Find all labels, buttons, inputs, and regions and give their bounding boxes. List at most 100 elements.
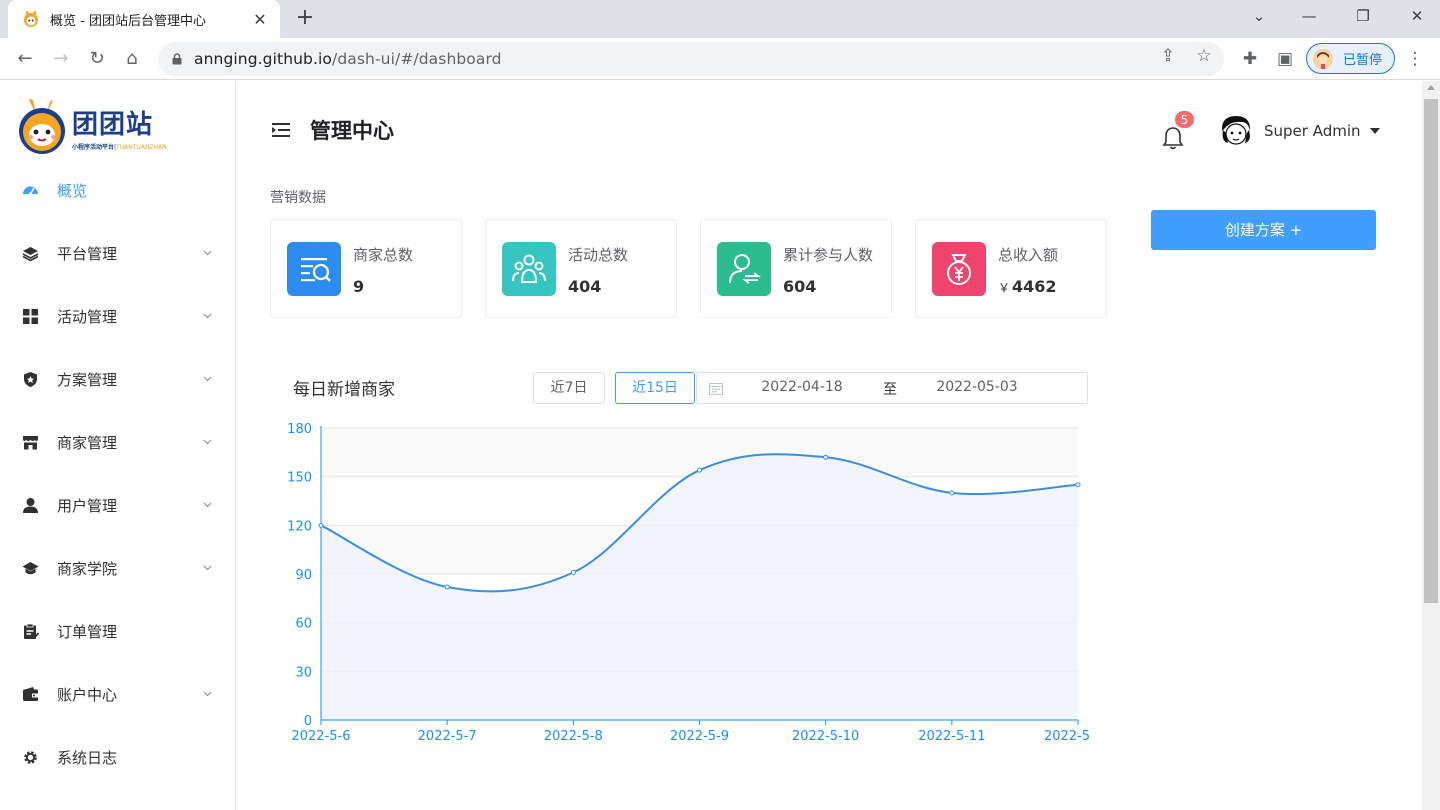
stat-value: 9 (353, 277, 365, 296)
browser-tab-bar: 概览 - 团团站后台管理中心 ✕ + ⌄ — ❐ ✕ (0, 0, 1440, 38)
group-icon (502, 242, 556, 296)
sidebar-item-7[interactable]: 商家学院 (0, 537, 236, 600)
x-tick-label: 2022-5-7 (418, 729, 477, 744)
sidebar-item-label: 订单管理 (57, 623, 118, 641)
create-plan-button[interactable]: 创建方案 + (1151, 210, 1376, 250)
stat-card-4[interactable]: 总收入额 ￥ 4462 (915, 219, 1107, 318)
scrollbar-thumb[interactable] (1424, 99, 1438, 603)
layers-icon (22, 247, 39, 262)
side-panel-icon[interactable]: ▣ (1273, 47, 1297, 71)
new-tab-button[interactable]: + (292, 6, 318, 32)
y-tick-label: 60 (295, 617, 312, 632)
clipboard-icon (24, 623, 39, 639)
sidebar-item-label: 平台管理 (57, 245, 118, 263)
logo[interactable]: 团团站 小程序活动平台|TUANTUANZHAN (16, 97, 176, 157)
sidebar-item-3[interactable]: 活动管理 (0, 285, 236, 348)
chevron-down-icon (203, 250, 212, 256)
profile-avatar (1313, 48, 1333, 69)
date-separator: 至 (883, 382, 897, 398)
profile-label: 已暂停 (1343, 53, 1383, 68)
data-point (318, 522, 324, 528)
home-button[interactable]: ⌂ (119, 46, 145, 72)
user-exchange-icon (717, 242, 771, 296)
sidebar-item-label: 方案管理 (57, 371, 118, 389)
sidebar-item-4[interactable]: 方案管理 (0, 348, 236, 411)
y-tick-label: 180 (287, 422, 312, 437)
address-bar[interactable]: annging.github.io/dash-ui/#/dashboard (158, 42, 1224, 76)
minimize-button[interactable]: — (1286, 0, 1332, 34)
notification-badge: 5 (1174, 110, 1195, 129)
chart-title: 每日新增商家 (293, 380, 395, 400)
forward-button[interactable]: → (48, 46, 74, 72)
bookmark-star-icon[interactable]: ☆ (1194, 46, 1214, 66)
wallet-icon (23, 687, 38, 701)
sidebar-item-5[interactable]: 商家管理 (0, 411, 236, 474)
data-point (823, 454, 829, 460)
range-15-days-button[interactable]: 近15日 (615, 372, 695, 404)
caret-down-icon (1369, 128, 1380, 134)
chevron-down-icon (203, 565, 212, 571)
browser-menu-icon[interactable]: ⋮ (1403, 47, 1427, 71)
sidebar-item-8[interactable]: 订单管理 (0, 600, 236, 663)
sidebar-item-label: 账户中心 (57, 686, 118, 704)
sidebar-item-label: 商家学院 (57, 560, 118, 578)
y-tick-label: 90 (295, 568, 312, 583)
chevron-down-icon (203, 502, 212, 508)
date-end-input[interactable]: 2022-05-03 (897, 379, 1057, 395)
logo-title: 团团站 (72, 109, 154, 140)
stat-value: ￥ 4462 (998, 277, 1057, 296)
collapse-menu-icon[interactable] (272, 122, 292, 138)
gear-icon (24, 751, 37, 764)
sidebar-menu: 概览平台管理活动管理方案管理商家管理用户管理商家学院订单管理账户中心系统日志 (0, 159, 236, 789)
date-start-input[interactable]: 2022-04-18 (697, 379, 907, 395)
user-icon (23, 498, 38, 513)
close-tab-icon[interactable]: ✕ (250, 10, 270, 29)
user-menu[interactable]: Super Admin (1218, 113, 1380, 149)
y-tick-label: 120 (287, 519, 312, 534)
tab-search-chevron-icon[interactable]: ⌄ (1236, 0, 1282, 34)
restore-button[interactable]: ❐ (1340, 0, 1386, 34)
sidebar-item-10[interactable]: 系统日志 (0, 726, 236, 789)
scroll-up-icon[interactable] (1427, 85, 1435, 90)
stat-label: 商家总数 (353, 246, 414, 264)
sidebar: 团团站 小程序活动平台|TUANTUANZHAN 概览平台管理活动管理方案管理商… (0, 81, 236, 810)
back-button[interactable]: ← (12, 46, 38, 72)
tab-title: 概览 - 团团站后台管理中心 (50, 13, 206, 29)
money-bag-icon (932, 242, 986, 296)
app-root: 团团站 小程序活动平台|TUANTUANZHAN 概览 平台管理 活动管理 方案管理商… (0, 81, 1422, 810)
shield-icon (24, 372, 37, 387)
sidebar-item-label: 商家管理 (57, 434, 118, 452)
stat-label: 总收入额 (998, 246, 1059, 264)
stat-card-3[interactable]: 累计参与人数 604 (700, 219, 892, 318)
range-7-days-button[interactable]: 近7日 (533, 372, 605, 404)
sidebar-item-6[interactable]: 用户管理 (0, 474, 236, 537)
stat-value: 604 (783, 277, 817, 296)
page-scrollbar[interactable] (1422, 81, 1440, 810)
sidebar-item-2[interactable]: 平台管理 (0, 222, 236, 285)
browser-tab[interactable]: 概览 - 团团站后台管理中心 ✕ (8, 0, 280, 38)
profile-button[interactable]: 已暂停 (1306, 43, 1395, 74)
stat-card-2[interactable]: 活动总数 404 (485, 219, 677, 318)
currency-symbol: ￥ (998, 281, 1011, 295)
extensions-icon[interactable]: ✚ (1238, 47, 1262, 71)
x-tick-label: 2022-5-9 (670, 729, 729, 744)
logo-subtitle: 小程序活动平台|TUANTUANZHAN (72, 143, 167, 151)
share-icon[interactable]: ⇪ (1158, 46, 1178, 66)
sidebar-item-1[interactable]: 概览 (0, 159, 236, 222)
x-tick-label: 2022-5 (1044, 729, 1090, 744)
graduation-icon (22, 562, 39, 575)
stat-card-1[interactable]: 商家总数 9 (270, 219, 462, 318)
main-content: 管理中心 5 Super Admin 营销数据 商家总数 9 活动总数 404 累计参与… (236, 81, 1422, 810)
reload-button[interactable]: ↻ (84, 46, 110, 72)
user-name: Super Admin (1264, 122, 1361, 140)
x-tick-label: 2022-5-8 (544, 729, 603, 744)
y-tick-label: 30 (295, 665, 312, 680)
data-point (1075, 482, 1081, 488)
sidebar-item-label: 用户管理 (57, 497, 118, 515)
close-window-button[interactable]: ✕ (1394, 0, 1440, 34)
sidebar-item-9[interactable]: 账户中心 (0, 663, 236, 726)
chevron-down-icon (203, 376, 212, 382)
date-range-picker[interactable]: 2022-04-18 至 2022-05-03 (696, 372, 1088, 404)
chevron-down-icon (203, 439, 212, 445)
lock-icon (172, 53, 182, 65)
